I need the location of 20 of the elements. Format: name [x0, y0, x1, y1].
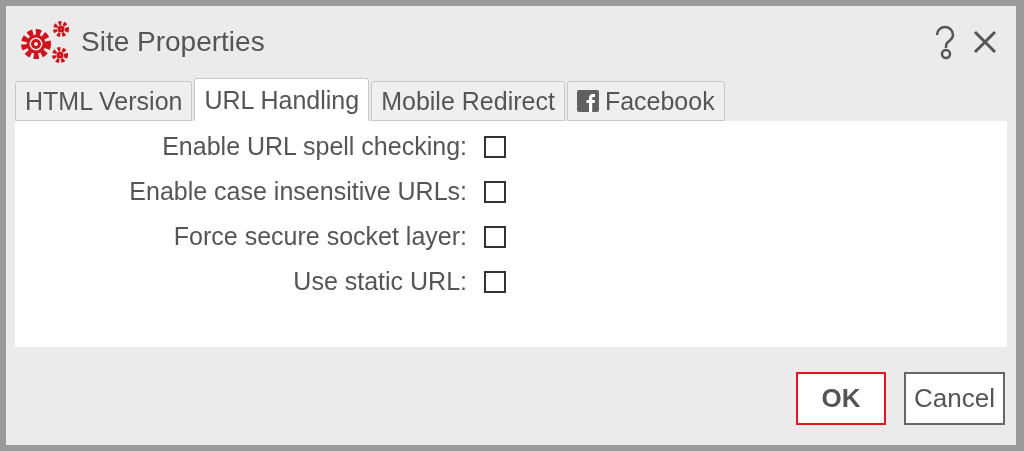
option-label: Enable URL spell checking:: [161, 132, 467, 161]
checkbox[interactable]: [484, 180, 506, 203]
tab[interactable]: Mobile Redirect: [371, 81, 565, 121]
option-label: Force secure socket layer:: [172, 222, 467, 251]
checkbox[interactable]: [484, 270, 506, 293]
help-button[interactable]: [933, 24, 957, 60]
option-label: Enable case insensitive URLs:: [128, 177, 467, 206]
checkbox[interactable]: [484, 225, 506, 248]
tab[interactable]: HTML Version: [15, 81, 193, 121]
tab[interactable]: Facebook: [566, 81, 725, 121]
tab[interactable]: URL Handling: [194, 78, 370, 121]
option-label: Use static URL:: [292, 267, 467, 296]
cancel-button[interactable]: Cancel: [904, 371, 1005, 425]
close-icon: [973, 30, 997, 54]
checkbox[interactable]: [484, 135, 506, 158]
ok-button[interactable]: OK: [796, 371, 887, 425]
close-button[interactable]: [973, 30, 997, 54]
window-title: Site Properties: [81, 26, 266, 58]
facebook-icon: [576, 90, 599, 112]
help-icon: [933, 24, 957, 60]
